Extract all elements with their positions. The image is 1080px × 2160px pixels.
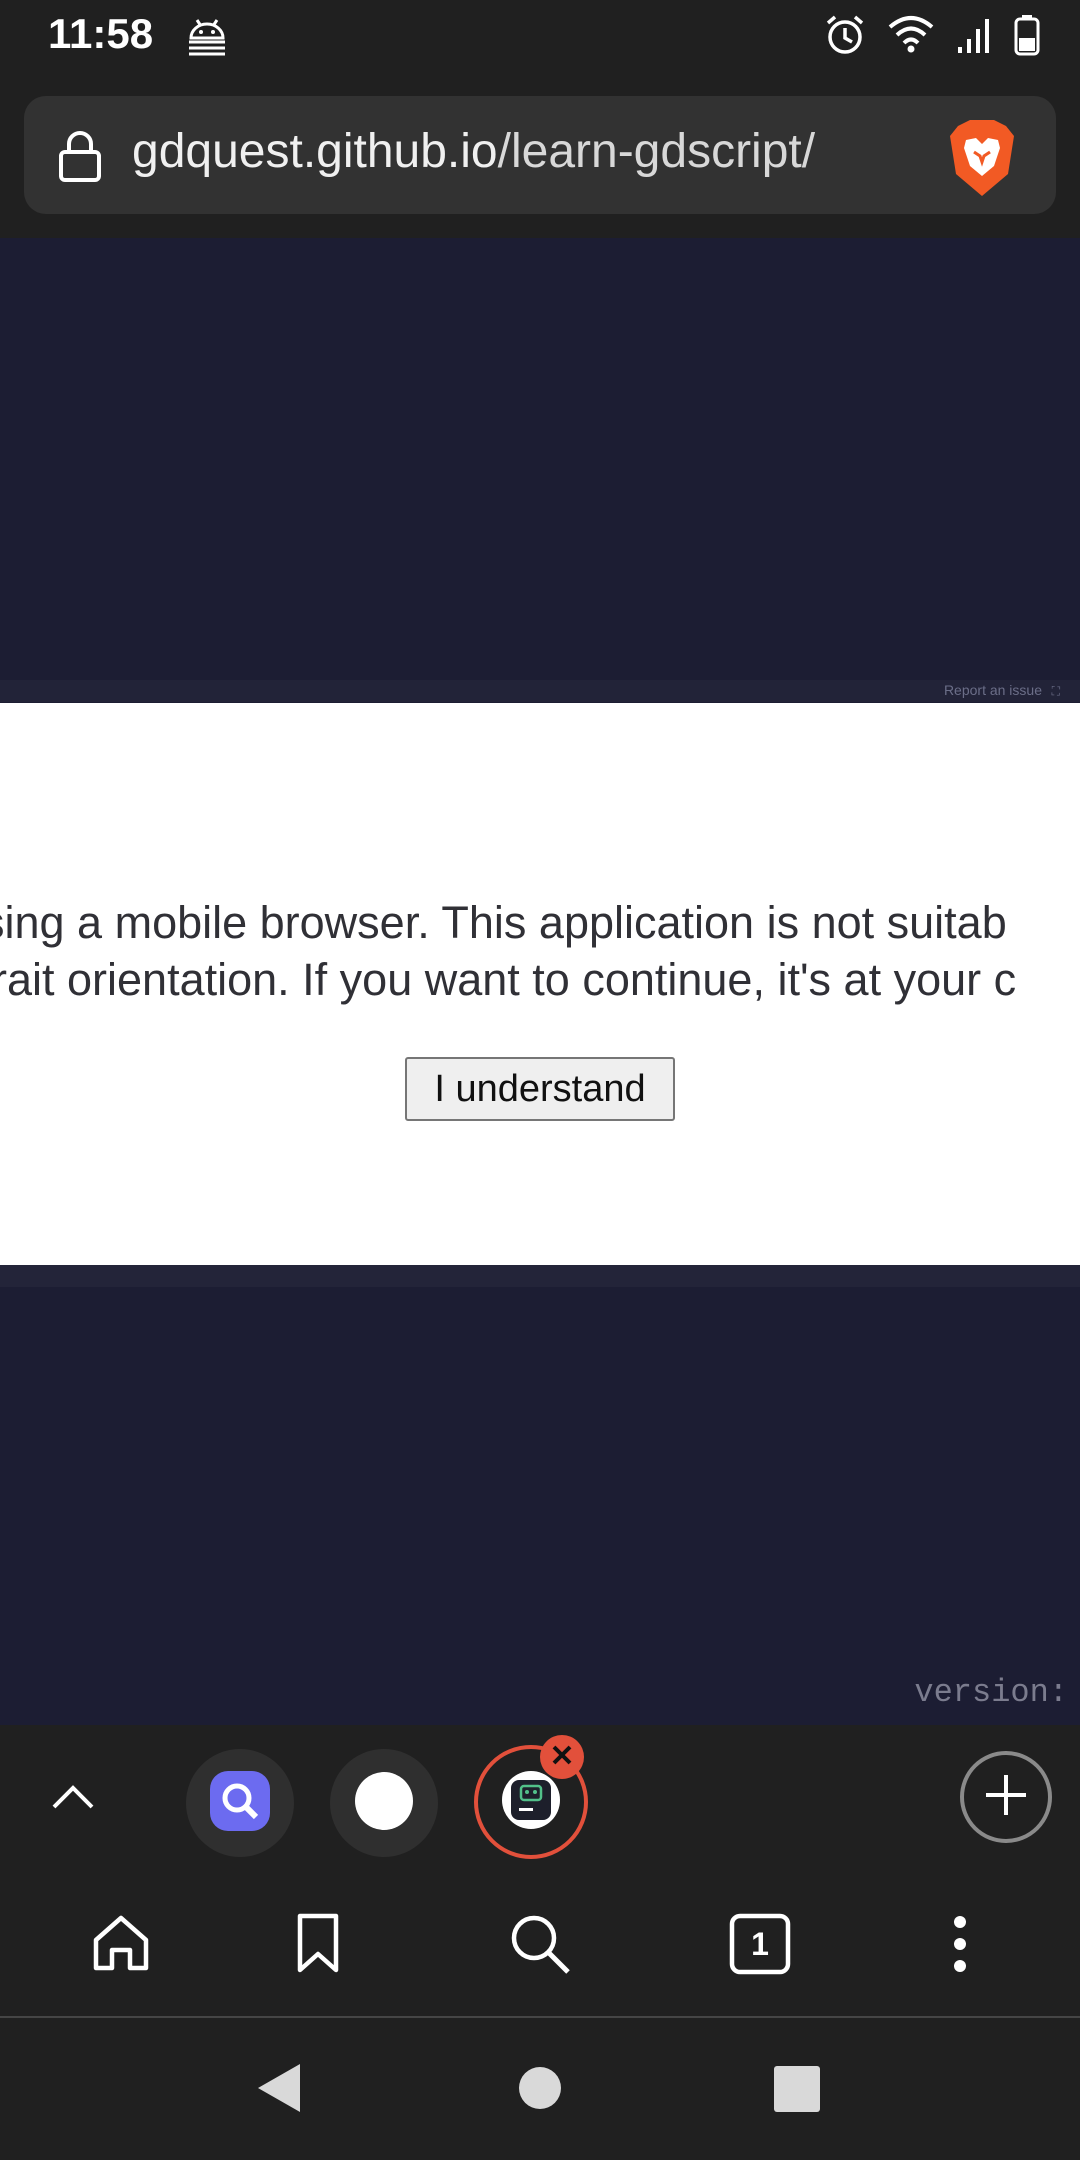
bookmark-icon[interactable] [292,1912,344,1979]
brave-lion-icon[interactable] [946,118,1018,203]
signal-icon [956,15,992,60]
report-issue-link[interactable]: Report an issue [944,682,1042,698]
tab-search-app[interactable] [186,1749,294,1857]
tab-strip [0,1725,1080,1882]
android-debug-icon [185,14,229,63]
battery-icon [1014,14,1040,61]
blank-circle-icon [354,1771,414,1836]
url-text[interactable]: gdquest.github.io/learn-gdscript/ [132,124,815,179]
new-tab-button[interactable] [960,1751,1052,1843]
url-path: /learn-gdscript/ [497,125,816,178]
tab-blank[interactable] [330,1749,438,1857]
close-tab-button[interactable] [540,1735,584,1779]
warning-text-line2: rait orientation. If you want to continu… [0,954,1017,1005]
page-bottom-strip [0,1265,1080,1287]
tabs-icon[interactable]: 1 [728,1912,792,1981]
close-icon [550,1743,574,1772]
home-icon[interactable] [90,1912,152,1979]
godot-app-icon [501,1770,561,1835]
web-page: Report an issue ⛶ sing a mobile browser.… [0,238,1080,1725]
alarm-icon [824,14,866,61]
page-top-strip [0,680,1080,702]
chevron-up-icon[interactable] [50,1775,96,1826]
status-bar: 11:58 [0,0,1080,80]
browser-toolbar: gdquest.github.io/learn-gdscript/ [0,80,1080,238]
tab-count: 1 [751,1925,769,1962]
fullscreen-icon[interactable]: ⛶ [1052,684,1060,699]
search-icon[interactable] [508,1912,572,1981]
warning-text-line1: sing a mobile browser. This application … [0,897,1007,948]
mobile-warning-dialog: sing a mobile browser. This application … [0,703,1080,1265]
search-app-icon [210,1770,270,1836]
plus-icon [982,1771,1030,1824]
more-icon[interactable] [950,1912,970,1981]
status-time: 11:58 [48,10,154,57]
home-nav-icon[interactable] [518,2066,562,2115]
back-icon[interactable] [254,2062,304,2119]
lock-icon[interactable] [56,130,104,187]
i-understand-button[interactable]: I understand [405,1057,675,1121]
system-nav-bar [0,2018,1080,2160]
address-bar[interactable]: gdquest.github.io/learn-gdscript/ [24,96,1056,214]
url-domain: gdquest.github.io [132,125,498,178]
recents-icon[interactable] [774,2066,820,2117]
version-label: version: [914,1674,1068,1711]
bottom-toolbar: 1 [0,1882,1080,2018]
wifi-icon [888,15,934,60]
